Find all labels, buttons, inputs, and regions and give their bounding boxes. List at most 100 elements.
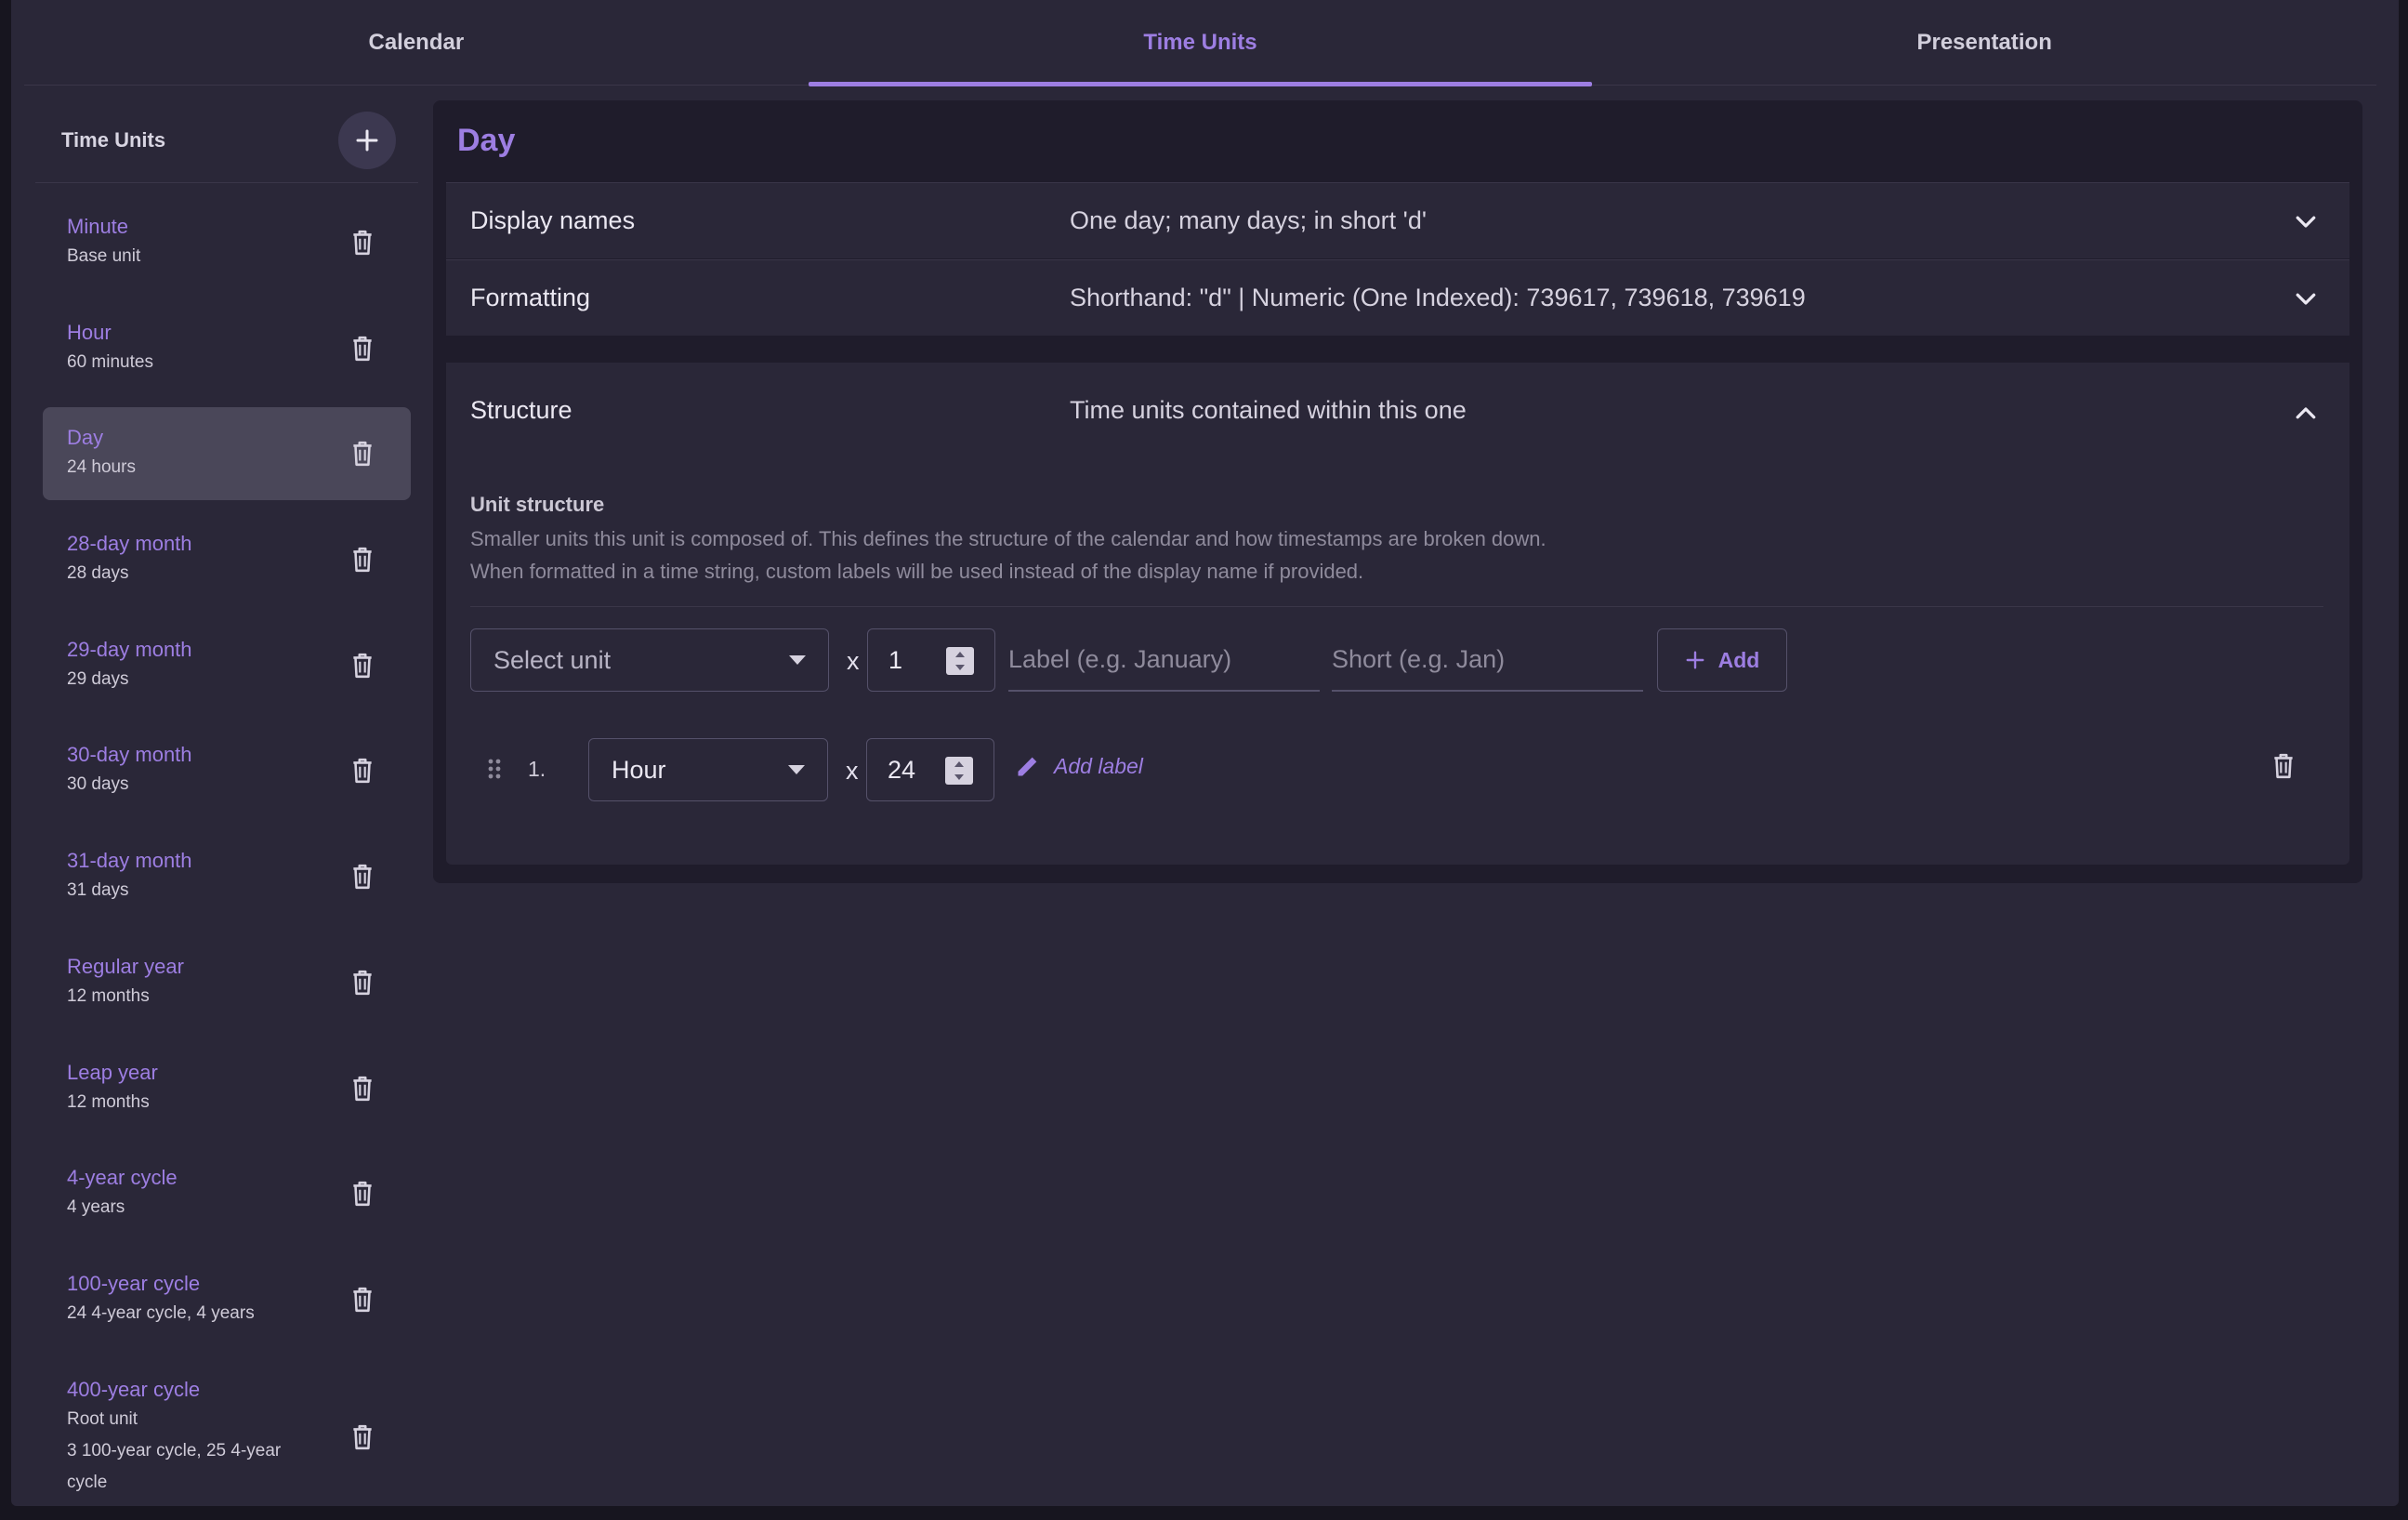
sidebar-item-name: 4-year cycle [67,1166,178,1190]
sidebar-item-name: Hour [67,320,112,344]
select-unit-dropdown[interactable]: Select unit [470,628,829,692]
display-names-label: Display names [470,206,636,234]
sidebar-item-name: Leap year [67,1060,158,1084]
formatting-value: Shorthand: "d" | Numeric (One Indexed): … [1070,284,1806,311]
sidebar-item-detail: 28 days [67,563,129,584]
trash-icon[interactable] [349,757,375,785]
tab-bar: Calendar Time Units Presentation [24,0,2376,86]
count-stepper[interactable]: 1 [867,628,995,692]
display-names-row[interactable]: Display names One day; many days; in sho… [446,182,2349,258]
sidebar-item-detail: Root unit [67,1408,138,1429]
pencil-icon [1018,757,1037,776]
label-input[interactable] [1008,628,1320,692]
caret-down-icon [789,655,806,665]
help-line: When formatted in a time string, custom … [470,560,1364,583]
plus-icon [1686,651,1704,669]
trash-icon[interactable] [349,652,375,680]
add-button-label: Add [1717,647,1760,672]
sidebar-item[interactable]: 28-day month 28 days [43,513,411,606]
sidebar-item[interactable]: 4-year cycle 4 years [43,1147,411,1240]
sidebar-item-name: Day [67,426,104,450]
sidebar-item-detail: cycle [67,1472,108,1492]
sidebar-item-detail: 31 days [67,880,129,901]
sidebar-item-name: 28-day month [67,532,192,556]
count-value: 1 [888,645,903,674]
chevron-down-icon [2296,216,2316,228]
caret-down-icon [788,765,805,774]
unit-structure-title: Unit structure [470,493,605,516]
add-label-button[interactable]: Add label [1015,753,1143,779]
trash-icon[interactable] [349,229,375,257]
formatting-row[interactable]: Formatting Shorthand: "d" | Numeric (One… [446,259,2349,336]
structure-value: Time units contained within this one [1070,396,1467,424]
select-unit-placeholder: Select unit [493,645,612,674]
sidebar-item-detail: Base unit [67,246,141,266]
sidebar-item-name: Regular year [67,954,184,978]
time-units-sidebar: Time Units Minute Base unit Hour 60 minutes… [35,98,418,1492]
structure-section: Structure Time units contained within th… [446,363,2349,865]
entry-count-stepper[interactable]: 24 [866,738,994,801]
sidebar-item-detail: 60 minutes [67,351,153,372]
display-names-value: One day; many days; in short 'd' [1070,206,1427,234]
entry-unit-dropdown[interactable]: Hour [588,738,828,801]
sidebar-item[interactable]: 400-year cycle Root unit 3 100-year cycle,… [43,1359,411,1515]
trash-icon[interactable] [349,440,375,468]
sidebar-title: Time Units [61,127,166,152]
sidebar-item[interactable]: 30-day month 30 days [43,724,411,817]
sidebar-item[interactable]: Leap year 12 months [43,1042,411,1135]
sidebar-item-detail: 4 years [67,1197,125,1218]
sidebar-item[interactable]: 29-day month 29 days [43,619,411,712]
add-label-text: Add label [1054,753,1143,778]
trash-icon[interactable] [349,1075,375,1103]
trash-icon[interactable] [349,546,375,574]
sidebar-item[interactable]: 31-day month 31 days [43,830,411,923]
short-input[interactable] [1332,628,1643,692]
trash-icon[interactable] [349,1286,375,1314]
trash-icon[interactable] [349,335,375,363]
sidebar-item-name: 400-year cycle [67,1377,201,1401]
structure-label[interactable]: Structure [470,396,572,425]
multiply-sign: x [847,647,860,675]
entry-index: 1. [528,757,546,781]
sidebar-item-name: 31-day month [67,849,192,873]
add-time-unit-button[interactable] [338,111,396,169]
divider [470,606,2323,607]
sidebar-item-name: 30-day month [67,743,192,767]
entry-unit-value: Hour [612,755,666,784]
unit-detail-panel: Day Display names One day; many days; in… [433,100,2362,883]
tab-time-units[interactable]: Time Units [808,0,1593,86]
sidebar-item-detail: 12 months [67,985,150,1006]
chevron-up-icon[interactable] [2292,400,2320,428]
tab-presentation[interactable]: Presentation [1592,0,2376,85]
time-unit-list: Minute Base unit Hour 60 minutes Day 24 hours… [35,183,418,1515]
spinner-icon[interactable] [946,647,974,675]
chevron-down-icon [2296,293,2316,305]
help-line: Smaller units this unit is composed of. … [470,527,1546,550]
entry-count-value: 24 [888,755,916,784]
trash-icon[interactable] [349,1423,375,1451]
drag-handle-icon[interactable] [487,758,502,780]
plus-icon [356,129,378,151]
sidebar-item[interactable]: Hour 60 minutes [43,302,411,395]
sidebar-item[interactable]: 100-year cycle 24 4-year cycle, 4 years [43,1253,411,1346]
sidebar-item-detail: 12 months [67,1091,150,1112]
add-structure-button[interactable]: Add [1657,628,1787,692]
sidebar-item-detail: 30 days [67,774,129,795]
sidebar-item-detail: 29 days [67,668,129,689]
sidebar-item[interactable]: Day 24 hours [43,407,411,501]
trash-icon[interactable] [349,863,375,891]
sidebar-item[interactable]: Regular year 12 months [43,936,411,1029]
sidebar-header: Time Units [35,98,418,183]
formatting-label: Formatting [470,284,591,311]
sidebar-item-name: 29-day month [67,637,192,661]
sidebar-item-detail: 24 4-year cycle, 4 years [67,1302,255,1323]
sidebar-item[interactable]: Minute Base unit [43,196,411,289]
sidebar-item-detail: 3 100-year cycle, 25 4-year [67,1440,282,1461]
trash-icon[interactable] [349,1180,375,1208]
trash-icon[interactable] [2271,752,2296,780]
multiply-sign: x [846,757,859,785]
tab-calendar[interactable]: Calendar [24,0,809,85]
trash-icon[interactable] [349,969,375,997]
spinner-icon[interactable] [945,757,973,785]
page-title: Day [457,123,516,158]
